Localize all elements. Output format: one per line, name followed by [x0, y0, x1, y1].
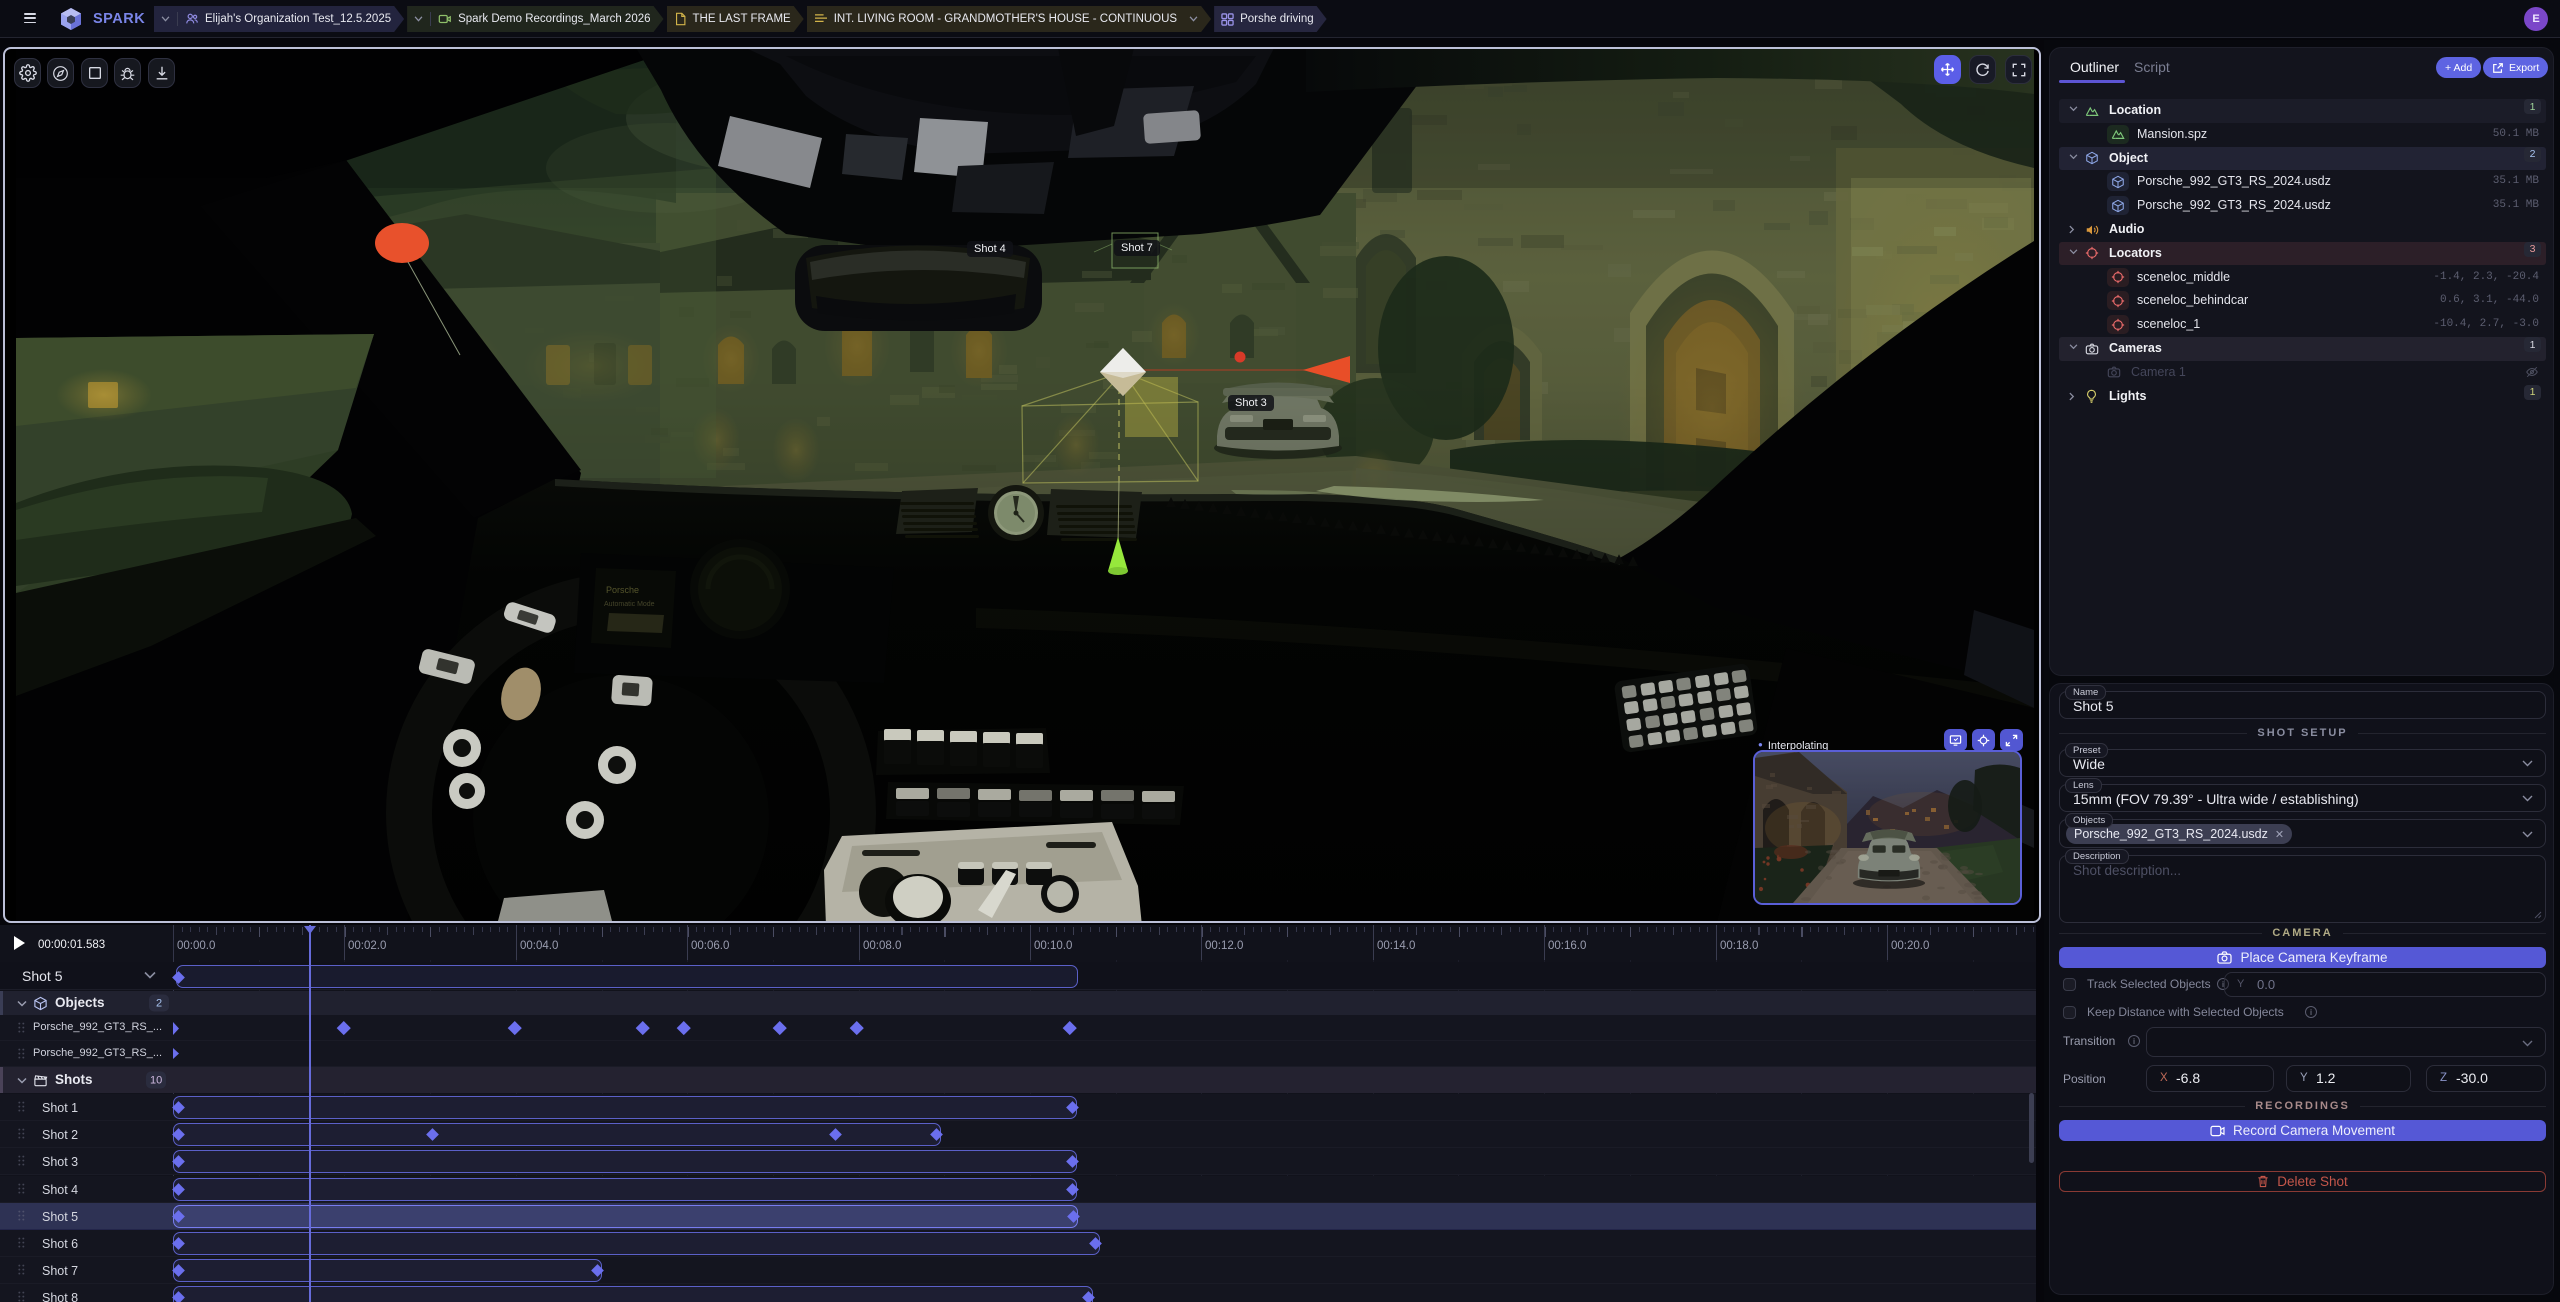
svg-text:Porsche: Porsche — [606, 585, 639, 595]
svg-text:Automatic Mode: Automatic Mode — [604, 601, 655, 608]
